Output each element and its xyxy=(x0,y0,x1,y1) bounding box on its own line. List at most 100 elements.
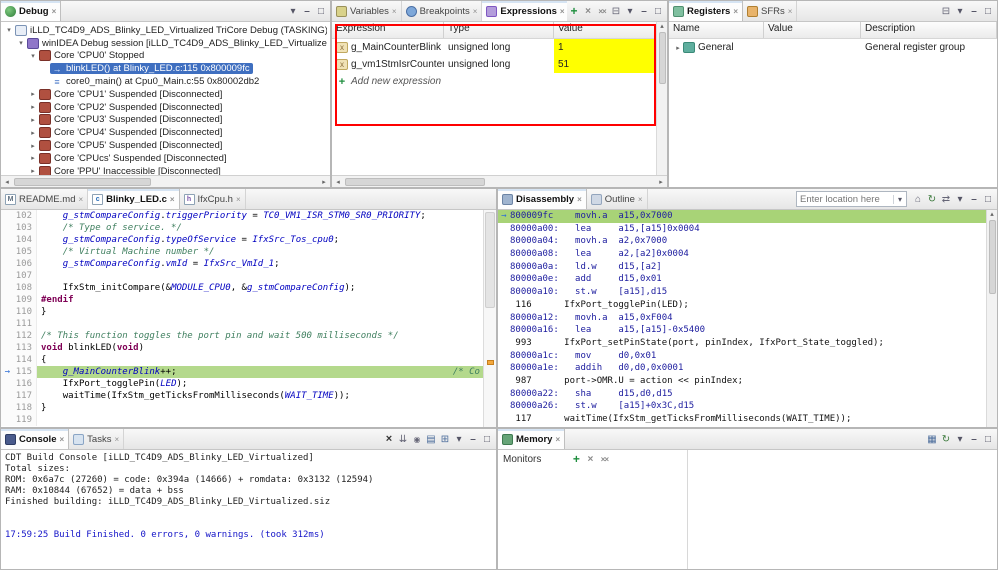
close-icon[interactable]: × xyxy=(236,195,241,204)
tab-registers[interactable]: Registers × xyxy=(669,1,743,21)
disassembly-line[interactable]: 80000a0a: ld.w d15,[a2] xyxy=(498,261,986,274)
table-icon[interactable] xyxy=(925,431,939,447)
location-dropdown-icon[interactable]: ▾ xyxy=(893,194,906,204)
code-line[interactable]: 110} xyxy=(1,306,483,318)
minimize-icon[interactable] xyxy=(967,191,981,207)
scroll-right-icon[interactable]: ▸ xyxy=(318,178,330,186)
refresh-icon[interactable] xyxy=(925,191,939,207)
clear-icon[interactable] xyxy=(382,431,396,447)
close-icon[interactable]: × xyxy=(59,435,64,444)
debug-tree-item[interactable]: ▾ Core 'CPU0' Stopped xyxy=(1,50,330,63)
open-console-icon[interactable] xyxy=(438,431,452,447)
code-line[interactable]: → 115 g_MainCounterBlink++; /* Co xyxy=(1,366,483,378)
tab-variables[interactable]: Variables × xyxy=(332,1,402,21)
view-menu-icon[interactable] xyxy=(623,3,637,19)
scroll-lock-icon[interactable] xyxy=(396,431,410,447)
debug-tree-item[interactable]: ▸ Core 'CPU4' Suspended [Disconnected] xyxy=(1,126,330,139)
disassembly-line[interactable]: → 800009fc movh.a a15,0x7000 xyxy=(498,210,986,223)
tab-expressions[interactable]: Expressions × xyxy=(482,1,567,21)
code-line[interactable]: 117 waitTime(IfxStm_getTicksFromMillisec… xyxy=(1,390,483,402)
tab-sfrs[interactable]: SFRs × xyxy=(743,1,798,21)
disassembly-line[interactable]: 80000a04: movh.a a2,0x7000 xyxy=(498,235,986,248)
code-line[interactable]: 111 xyxy=(1,318,483,330)
disassembly-line[interactable]: 117 waitTime(IfxStm_getTicksFromMillisec… xyxy=(498,413,986,426)
monitors-list[interactable] xyxy=(498,468,687,569)
scroll-left-icon[interactable]: ◂ xyxy=(1,178,13,186)
expander-icon[interactable]: ▾ xyxy=(16,39,26,47)
minimize-icon[interactable] xyxy=(637,3,651,19)
maximize-icon[interactable] xyxy=(981,191,995,207)
debug-tree-item[interactable]: ▸ Core 'CPU1' Suspended [Disconnected] xyxy=(1,88,330,101)
occurrence-marker[interactable] xyxy=(487,360,494,365)
disassembly-line[interactable]: 80000a16: lea a15,[a15]-0x5400 xyxy=(498,324,986,337)
debug-tree-item[interactable]: ▸ Core 'CPU2' Suspended [Disconnected] xyxy=(1,101,330,114)
console-select-icon[interactable] xyxy=(424,431,438,447)
scroll-thumb[interactable] xyxy=(345,177,485,186)
code-line[interactable]: 104 g_stmCompareConfig.typeOfService = I… xyxy=(1,234,483,246)
debug-tree-item[interactable]: ▸ Core 'CPU5' Suspended [Disconnected] xyxy=(1,139,330,152)
debug-tree-item[interactable]: core0_main() at Cpu0_Main.c:55 0x80002db… xyxy=(1,75,330,88)
column-header-name[interactable]: Name xyxy=(669,22,764,38)
view-menu-icon[interactable] xyxy=(286,3,300,19)
expander-icon[interactable]: ▸ xyxy=(28,116,38,124)
add-expression-row[interactable]: Add new expression xyxy=(332,73,667,90)
code-line[interactable]: 109 #endif xyxy=(1,294,483,306)
tab-ifxcpu-h[interactable]: IfxCpu.h× xyxy=(180,189,246,209)
close-icon[interactable]: × xyxy=(577,195,582,204)
scroll-up-icon[interactable]: ▴ xyxy=(990,210,994,220)
column-header-description[interactable]: Description xyxy=(861,22,997,38)
code-line[interactable]: 119 xyxy=(1,414,483,426)
tab-readme-md[interactable]: README.md× xyxy=(1,189,89,209)
code-line[interactable]: 103 /* Type of service. */ xyxy=(1,222,483,234)
minimize-icon[interactable] xyxy=(967,431,981,447)
debug-tree-item[interactable]: ▸ Core 'PPU' Inaccessible [Disconnected] xyxy=(1,165,330,175)
scroll-track[interactable] xyxy=(13,176,318,187)
scroll-left-icon[interactable]: ◂ xyxy=(332,178,344,186)
close-icon[interactable]: × xyxy=(555,435,560,444)
tab-outline[interactable]: Outline × xyxy=(587,189,648,209)
close-icon[interactable]: × xyxy=(473,7,478,16)
expander-icon[interactable]: ▸ xyxy=(28,142,38,150)
code-line[interactable]: 108 IfxStm_initCompare(&MODULE_CPU0, &g_… xyxy=(1,282,483,294)
close-icon[interactable]: × xyxy=(392,7,397,16)
close-icon[interactable]: × xyxy=(638,195,643,204)
sync-icon[interactable] xyxy=(939,191,953,207)
code-line[interactable]: 116 IfxPort_togglePin(LED); /* xyxy=(1,378,483,390)
expander-icon[interactable]: ▾ xyxy=(28,52,38,60)
tab-debug[interactable]: Debug × xyxy=(1,1,62,21)
code-line[interactable]: 106 g_stmCompareConfig.vmId = IfxSrc_VmI… xyxy=(1,258,483,270)
disassembly-line[interactable]: 80000a1c: mov d0,0x01 xyxy=(498,350,986,363)
disassembly-line[interactable]: 80000a00: lea a15,[a15]0x0004 xyxy=(498,223,986,236)
scroll-thumb[interactable] xyxy=(485,212,495,308)
console-output[interactable]: CDT Build Console [iLLD_TC4D9_ADS_Blinky… xyxy=(1,450,496,569)
tab-console[interactable]: Console × xyxy=(1,429,70,449)
maximize-icon[interactable] xyxy=(981,3,995,19)
disassembly-line[interactable]: 80000a1e: addih d0,d0,0x0001 xyxy=(498,362,986,375)
column-header-expression[interactable]: Expression xyxy=(332,22,444,38)
expression-row[interactable]: g_MainCounterBlink unsigned long 1 xyxy=(332,39,667,56)
expressions-vertical-scrollbar[interactable]: ▴ xyxy=(656,22,667,175)
column-header-value[interactable]: Value xyxy=(554,22,667,38)
minimize-icon[interactable] xyxy=(300,3,314,19)
scroll-thumb[interactable] xyxy=(988,220,996,294)
scroll-track[interactable] xyxy=(344,176,655,187)
debug-tree-item[interactable]: ▾ winIDEA Debug session [iLLD_TC4D9_ADS_B… xyxy=(1,37,330,50)
maximize-icon[interactable] xyxy=(314,3,328,19)
remove-icon[interactable] xyxy=(583,451,597,467)
view-menu-icon[interactable] xyxy=(452,431,466,447)
tab-blinky-led-c[interactable]: Blinky_LED.c× xyxy=(88,189,180,209)
column-header-type[interactable]: Type xyxy=(444,22,554,38)
disassembly-line[interactable]: 80000a0e: add d15,0x01 xyxy=(498,273,986,286)
disassembly-line[interactable]: 993 IfxPort_setPinState(port, pinIndex, … xyxy=(498,337,986,350)
expander-icon[interactable]: ▸ xyxy=(28,129,38,137)
maximize-icon[interactable] xyxy=(981,431,995,447)
remove-all-icon[interactable] xyxy=(597,451,611,467)
code-line[interactable]: 118} xyxy=(1,402,483,414)
disassembly-vertical-scrollbar[interactable]: ▴ xyxy=(986,210,997,427)
column-header-value[interactable]: Value xyxy=(764,22,861,38)
debug-tree-item[interactable]: ▾ iLLD_TC4D9_ADS_Blinky_LED_Virtualized T… xyxy=(1,24,330,37)
maximize-icon[interactable] xyxy=(651,3,665,19)
debug-tree-item[interactable]: ▸ Core 'CPU3' Suspended [Disconnected] xyxy=(1,114,330,127)
close-icon[interactable]: × xyxy=(78,195,83,204)
disassembly-view[interactable]: → 800009fc movh.a a15,0x7000 80000a00: lea… xyxy=(498,210,997,427)
